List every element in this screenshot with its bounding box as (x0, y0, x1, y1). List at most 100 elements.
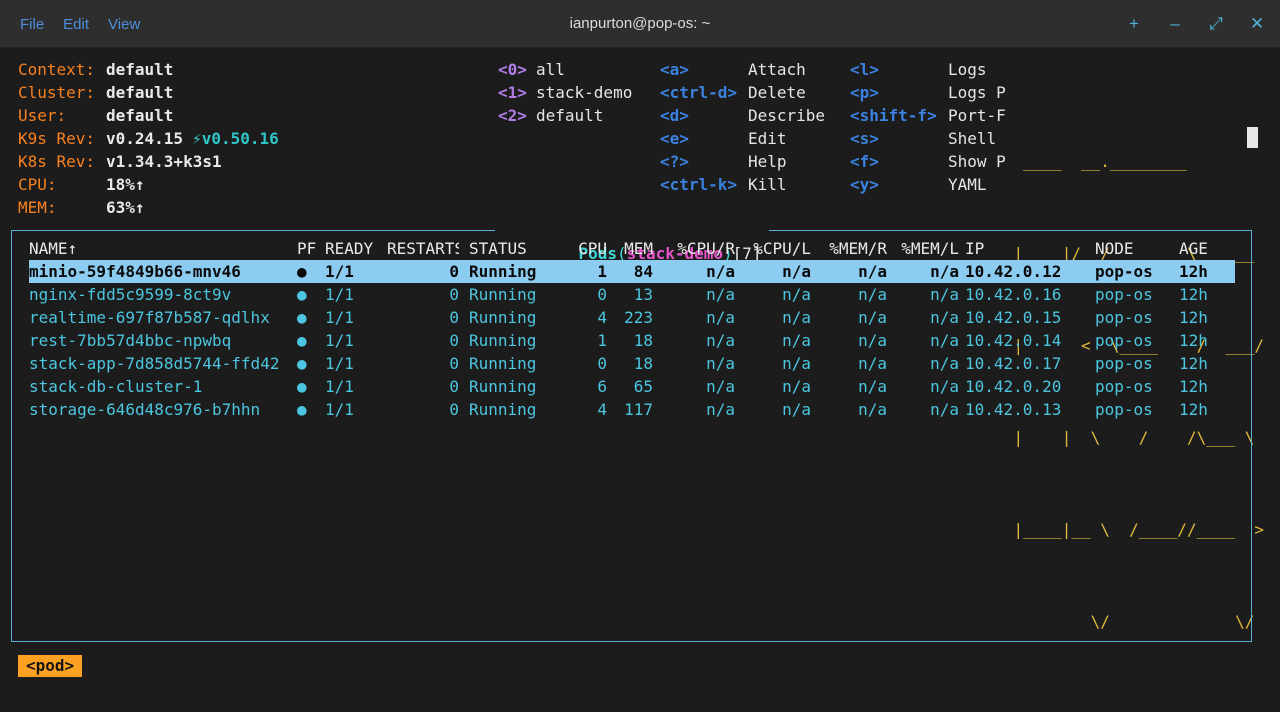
titlebar: File Edit View ianpurton@pop-os: ~ + – ⤢… (0, 0, 1280, 48)
cell-meml: n/a (887, 375, 959, 398)
action-hotkey[interactable]: <f> Show P (850, 150, 1008, 173)
cell-meml: n/a (887, 306, 959, 329)
hotkey-key: <ctrl-k> (660, 173, 748, 196)
action-hotkey[interactable]: <ctrl-k> Kill (660, 173, 825, 196)
action-hotkey[interactable]: <d> Describe (660, 104, 825, 127)
cell-mem: 223 (607, 306, 653, 329)
table-row[interactable]: stack-app-7d858d5744-ffd42 ● 1/1 0 Runni… (29, 352, 1235, 375)
cell-meml: n/a (887, 398, 959, 421)
status-dot: ● (297, 283, 325, 306)
menu-edit[interactable]: Edit (63, 16, 89, 33)
col-pf[interactable]: PF (297, 237, 325, 260)
namespace-hotkeys: <0> all <1> stack-demo <2> default (498, 58, 632, 127)
cell-cpul: n/a (735, 352, 811, 375)
cell-mem: 18 (607, 352, 653, 375)
table-row[interactable]: rest-7bb57d4bbc-npwbq ● 1/1 0 Running 1 … (29, 329, 1235, 352)
cell-node: pop-os (1093, 283, 1177, 306)
menu-view[interactable]: View (108, 16, 140, 33)
cell-cpur: n/a (653, 375, 735, 398)
terminal-screen[interactable]: Context: default Cluster: default User: … (0, 48, 1280, 712)
action-hotkey[interactable]: <shift-f> Port-F (850, 104, 1008, 127)
cell-restarts: 0 (387, 306, 459, 329)
cell-mem: 84 (607, 260, 653, 283)
info-label: MEM: (18, 196, 106, 219)
table-row[interactable]: storage-646d48c976-b7hhn ● 1/1 0 Running… (29, 398, 1235, 421)
action-hotkey[interactable]: <l> Logs (850, 58, 1008, 81)
cell-restarts: 0 (387, 375, 459, 398)
action-hotkey[interactable]: <e> Edit (660, 127, 825, 150)
col-age[interactable]: AGE (1177, 237, 1235, 260)
cell-status: Running (459, 283, 569, 306)
col-ready[interactable]: READY (325, 237, 387, 260)
pod-table-body: minio-59f4849b66-mnv46 ● 1/1 0 Running 1… (29, 260, 1235, 421)
maximize-icon[interactable]: ⤢ (1209, 14, 1223, 34)
col-cpur[interactable]: %CPU/R (653, 237, 735, 260)
hotkey-label: Logs (948, 58, 1008, 81)
cell-ready: 1/1 (325, 329, 387, 352)
col-status[interactable]: STATUS (459, 237, 569, 260)
close-icon[interactable]: ✕ (1250, 14, 1264, 34)
cell-cpul: n/a (735, 329, 811, 352)
cell-ip: 10.42.0.16 (959, 283, 1093, 306)
col-mem[interactable]: MEM (607, 237, 653, 260)
col-ip[interactable]: IP (959, 237, 1093, 260)
namespace-hotkey[interactable]: <0> all (498, 58, 632, 81)
cell-cpur: n/a (653, 306, 735, 329)
col-restarts[interactable]: RESTARTS (387, 237, 459, 260)
cell-status: Running (459, 260, 569, 283)
col-name[interactable]: NAME↑ (29, 237, 297, 260)
action-hotkey[interactable]: <?> Help (660, 150, 825, 173)
hotkey-key: <a> (660, 58, 748, 81)
k9s-logo-line: ____ __.________ (1014, 150, 1264, 173)
cell-cpul: n/a (735, 375, 811, 398)
cell-ip: 10.42.0.17 (959, 352, 1093, 375)
cell-status: Running (459, 306, 569, 329)
cell-cpur: n/a (653, 283, 735, 306)
window-title: ianpurton@pop-os: ~ (0, 0, 1280, 47)
status-dot: ● (297, 329, 325, 352)
cell-cpu: 6 (569, 375, 607, 398)
namespace-hotkey[interactable]: <1> stack-demo (498, 81, 632, 104)
breadcrumb-pod[interactable]: <pod> (18, 655, 82, 677)
new-tab-icon[interactable]: + (1127, 14, 1141, 34)
cell-cpu: 4 (569, 306, 607, 329)
col-node[interactable]: NODE (1093, 237, 1177, 260)
cell-node: pop-os (1093, 306, 1177, 329)
menu-file[interactable]: File (20, 16, 44, 33)
table-row[interactable]: realtime-697f87b587-qdlhx ● 1/1 0 Runnin… (29, 306, 1235, 329)
cell-ready: 1/1 (325, 352, 387, 375)
table-row[interactable]: nginx-fdd5c9599-8ct9v ● 1/1 0 Running 0 … (29, 283, 1235, 306)
hotkey-label: Logs P (948, 81, 1008, 104)
status-dot: ● (297, 375, 325, 398)
cell-cpul: n/a (735, 283, 811, 306)
hotkey-label: YAML (948, 173, 1008, 196)
cell-name: stack-app-7d858d5744-ffd42 (29, 352, 297, 375)
action-hotkey[interactable]: <a> Attach (660, 58, 825, 81)
namespace-hotkey[interactable]: <2> default (498, 104, 632, 127)
col-meml[interactable]: %MEM/L (887, 237, 959, 260)
info-label: Cluster: (18, 81, 106, 104)
action-hotkey[interactable]: <p> Logs P (850, 81, 1008, 104)
action-hotkey[interactable]: <y> YAML (850, 173, 1008, 196)
col-memr[interactable]: %MEM/R (811, 237, 887, 260)
hotkey-key: <f> (850, 150, 948, 173)
info-label: Context: (18, 58, 106, 81)
action-hotkey[interactable]: <ctrl-d> Delete (660, 81, 825, 104)
col-cpul[interactable]: %CPU/L (735, 237, 811, 260)
cell-restarts: 0 (387, 398, 459, 421)
info-value: default (106, 81, 173, 104)
action-hotkeys-primary: <a> Attach <ctrl-d> Delete <d> Describe … (660, 58, 825, 196)
cell-age: 12h (1177, 352, 1235, 375)
col-cpu[interactable]: CPU (569, 237, 607, 260)
info-label: K9s Rev: (18, 127, 106, 150)
action-hotkey[interactable]: <s> Shell (850, 127, 1008, 150)
cell-memr: n/a (811, 398, 887, 421)
minimize-icon[interactable]: – (1168, 14, 1182, 34)
table-header: NAME↑ PF READY RESTARTS STATUS CPU MEM %… (29, 237, 1235, 260)
cell-ip: 10.42.0.15 (959, 306, 1093, 329)
cell-age: 12h (1177, 306, 1235, 329)
cell-cpur: n/a (653, 398, 735, 421)
table-row[interactable]: minio-59f4849b66-mnv46 ● 1/1 0 Running 1… (29, 260, 1235, 283)
cell-name: nginx-fdd5c9599-8ct9v (29, 283, 297, 306)
table-row[interactable]: stack-db-cluster-1 ● 1/1 0 Running 6 65 … (29, 375, 1235, 398)
